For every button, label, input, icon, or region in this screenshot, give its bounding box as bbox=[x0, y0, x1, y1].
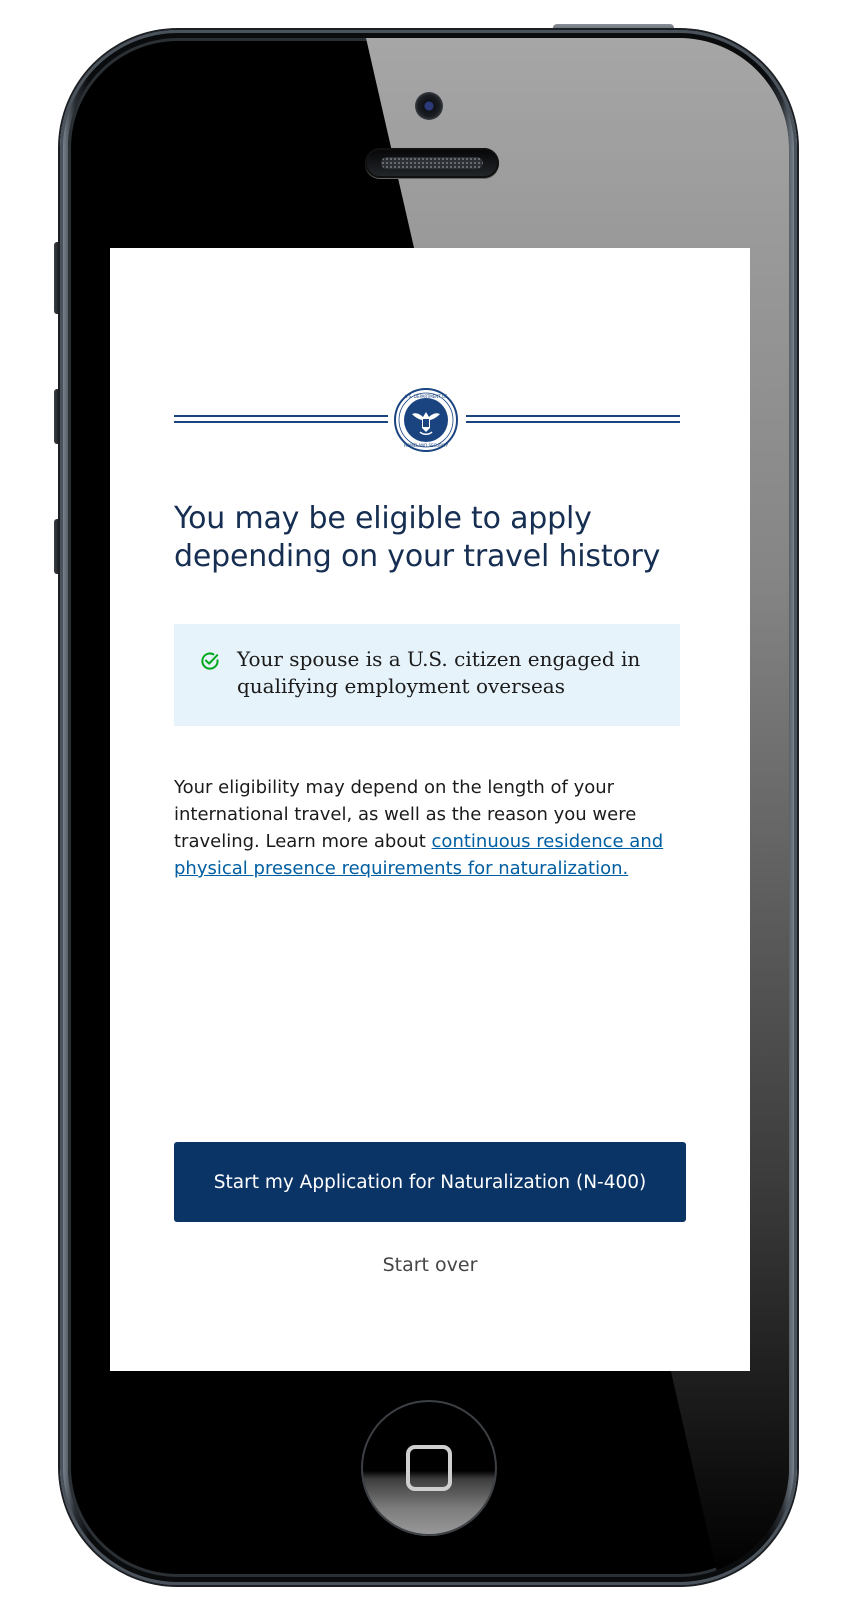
page-title: You may be eligible to apply depending o… bbox=[174, 501, 661, 574]
device-mockup: U.S. DEPARTMENT OF HOMELAND SECURITY You… bbox=[0, 0, 851, 1608]
start-over-link[interactable]: Start over bbox=[174, 1254, 686, 1276]
app-screen: U.S. DEPARTMENT OF HOMELAND SECURITY You… bbox=[110, 248, 750, 1371]
seal-rule-left bbox=[174, 415, 388, 423]
earpiece-speaker bbox=[365, 148, 499, 178]
svg-text:HOMELAND SECURITY: HOMELAND SECURITY bbox=[404, 443, 449, 448]
home-square-icon bbox=[406, 1445, 452, 1491]
eligibility-explanation: Your eligibility may depend on the lengt… bbox=[174, 774, 684, 882]
svg-text:U.S. DEPARTMENT OF: U.S. DEPARTMENT OF bbox=[405, 394, 449, 399]
eligibility-item: Your spouse is a U.S. citizen engaged in… bbox=[237, 647, 641, 698]
check-circle-icon bbox=[201, 652, 219, 670]
eligibility-summary: Your spouse is a U.S. citizen engaged in… bbox=[174, 624, 680, 726]
home-button-icon[interactable] bbox=[361, 1400, 497, 1536]
seal-rule-right bbox=[466, 415, 680, 423]
dhs-seal-icon: U.S. DEPARTMENT OF HOMELAND SECURITY bbox=[394, 388, 458, 452]
seal-header: U.S. DEPARTMENT OF HOMELAND SECURITY bbox=[174, 388, 680, 452]
front-camera bbox=[415, 92, 443, 120]
start-application-button[interactable]: Start my Application for Naturalization … bbox=[174, 1142, 686, 1222]
